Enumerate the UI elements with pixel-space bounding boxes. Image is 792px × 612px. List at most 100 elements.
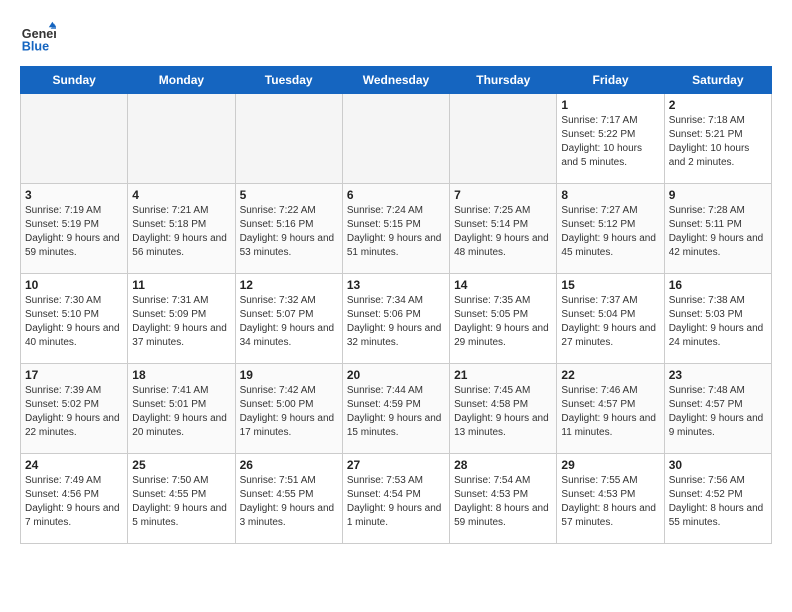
day-info: Sunrise: 7:45 AMSunset: 4:58 PMDaylight:… [454, 384, 552, 440]
day-cell: 27 Sunrise: 7:53 AMSunset: 4:54 PMDayligh… [342, 454, 449, 544]
day-cell: 28Sunrise: 7:54 AMSunset: 4:53 PMDayligh… [450, 454, 557, 544]
day-number: 7 [454, 188, 552, 202]
day-cell: 7 Sunrise: 7:25 AMSunset: 5:14 PMDaylight… [450, 184, 557, 274]
logo-icon: General Blue [20, 20, 56, 56]
day-cell [21, 94, 128, 184]
day-cell: 23 Sunrise: 7:48 AMSunset: 4:57 PMDayligh… [664, 364, 771, 454]
day-cell: 26 Sunrise: 7:51 AMSunset: 4:55 PMDayligh… [235, 454, 342, 544]
day-cell: 25Sunrise: 7:50 AMSunset: 4:55 PMDayligh… [128, 454, 235, 544]
day-cell: 6 Sunrise: 7:24 AMSunset: 5:15 PMDaylight… [342, 184, 449, 274]
weekday-wednesday: Wednesday [342, 67, 449, 94]
day-info: Sunrise: 7:50 AMSunset: 4:55 PMDaylight:… [132, 474, 230, 530]
day-cell [128, 94, 235, 184]
day-number: 6 [347, 188, 445, 202]
day-number: 10 [25, 278, 123, 292]
day-number: 29 [561, 458, 659, 472]
week-row-2: 10 Sunrise: 7:30 AMSunset: 5:10 PMDayligh… [21, 274, 772, 364]
day-info: Sunrise: 7:22 AMSunset: 5:16 PMDaylight:… [240, 204, 338, 260]
day-info: Sunrise: 7:55 AMSunset: 4:53 PMDaylight:… [561, 474, 659, 530]
day-cell: 24 Sunrise: 7:49 AMSunset: 4:56 PMDayligh… [21, 454, 128, 544]
svg-text:Blue: Blue [22, 40, 49, 54]
day-info: Sunrise: 7:41 AMSunset: 5:01 PMDaylight:… [132, 384, 230, 440]
day-number: 23 [669, 368, 767, 382]
day-cell: 29 Sunrise: 7:55 AMSunset: 4:53 PMDayligh… [557, 454, 664, 544]
day-info: Sunrise: 7:46 AMSunset: 4:57 PMDaylight:… [561, 384, 659, 440]
day-cell: 20 Sunrise: 7:44 AMSunset: 4:59 PMDayligh… [342, 364, 449, 454]
day-number: 8 [561, 188, 659, 202]
day-info: Sunrise: 7:25 AMSunset: 5:14 PMDaylight:… [454, 204, 552, 260]
day-info: Sunrise: 7:37 AMSunset: 5:04 PMDaylight:… [561, 294, 659, 350]
day-cell: 3 Sunrise: 7:19 AMSunset: 5:19 PMDaylight… [21, 184, 128, 274]
day-number: 19 [240, 368, 338, 382]
day-number: 3 [25, 188, 123, 202]
day-info: Sunrise: 7:44 AMSunset: 4:59 PMDaylight:… [347, 384, 445, 440]
day-number: 30 [669, 458, 767, 472]
day-cell: 17Sunrise: 7:39 AMSunset: 5:02 PMDayligh… [21, 364, 128, 454]
logo: General Blue [20, 20, 56, 56]
day-number: 16 [669, 278, 767, 292]
day-info: Sunrise: 7:24 AMSunset: 5:15 PMDaylight:… [347, 204, 445, 260]
day-number: 5 [240, 188, 338, 202]
day-number: 14 [454, 278, 552, 292]
day-info: Sunrise: 7:53 AMSunset: 4:54 PMDaylight:… [347, 474, 445, 530]
day-cell: 9 Sunrise: 7:28 AMSunset: 5:11 PMDaylight… [664, 184, 771, 274]
header: General Blue [20, 20, 772, 56]
weekday-friday: Friday [557, 67, 664, 94]
day-info: Sunrise: 7:42 AMSunset: 5:00 PMDaylight:… [240, 384, 338, 440]
day-number: 11 [132, 278, 230, 292]
day-number: 13 [347, 278, 445, 292]
day-info: Sunrise: 7:19 AMSunset: 5:19 PMDaylight:… [25, 204, 123, 260]
day-cell: 19 Sunrise: 7:42 AMSunset: 5:00 PMDayligh… [235, 364, 342, 454]
day-cell: 10 Sunrise: 7:30 AMSunset: 5:10 PMDayligh… [21, 274, 128, 364]
day-info: Sunrise: 7:30 AMSunset: 5:10 PMDaylight:… [25, 294, 123, 350]
day-info: Sunrise: 7:34 AMSunset: 5:06 PMDaylight:… [347, 294, 445, 350]
day-info: Sunrise: 7:51 AMSunset: 4:55 PMDaylight:… [240, 474, 338, 530]
day-info: Sunrise: 7:48 AMSunset: 4:57 PMDaylight:… [669, 384, 767, 440]
day-number: 15 [561, 278, 659, 292]
day-info: Sunrise: 7:49 AMSunset: 4:56 PMDaylight:… [25, 474, 123, 530]
day-number: 28 [454, 458, 552, 472]
weekday-thursday: Thursday [450, 67, 557, 94]
day-number: 9 [669, 188, 767, 202]
day-number: 12 [240, 278, 338, 292]
weekday-tuesday: Tuesday [235, 67, 342, 94]
day-number: 4 [132, 188, 230, 202]
calendar: SundayMondayTuesdayWednesdayThursdayFrid… [20, 66, 772, 544]
day-cell: 1 Sunrise: 7:17 AMSunset: 5:22 PMDaylight… [557, 94, 664, 184]
day-info: Sunrise: 7:32 AMSunset: 5:07 PMDaylight:… [240, 294, 338, 350]
day-number: 21 [454, 368, 552, 382]
day-cell: 11 Sunrise: 7:31 AMSunset: 5:09 PMDayligh… [128, 274, 235, 364]
day-info: Sunrise: 7:31 AMSunset: 5:09 PMDaylight:… [132, 294, 230, 350]
day-number: 24 [25, 458, 123, 472]
day-info: Sunrise: 7:39 AMSunset: 5:02 PMDaylight:… [25, 384, 123, 440]
day-info: Sunrise: 7:27 AMSunset: 5:12 PMDaylight:… [561, 204, 659, 260]
day-cell: 18 Sunrise: 7:41 AMSunset: 5:01 PMDayligh… [128, 364, 235, 454]
day-info: Sunrise: 7:21 AMSunset: 5:18 PMDaylight:… [132, 204, 230, 260]
weekday-header: SundayMondayTuesdayWednesdayThursdayFrid… [21, 67, 772, 94]
day-info: Sunrise: 7:17 AMSunset: 5:22 PMDaylight:… [561, 114, 659, 170]
day-cell: 22 Sunrise: 7:46 AMSunset: 4:57 PMDayligh… [557, 364, 664, 454]
day-info: Sunrise: 7:38 AMSunset: 5:03 PMDaylight:… [669, 294, 767, 350]
day-number: 1 [561, 98, 659, 112]
week-row-0: 1 Sunrise: 7:17 AMSunset: 5:22 PMDaylight… [21, 94, 772, 184]
day-number: 18 [132, 368, 230, 382]
day-cell [235, 94, 342, 184]
week-row-4: 24 Sunrise: 7:49 AMSunset: 4:56 PMDayligh… [21, 454, 772, 544]
day-cell [450, 94, 557, 184]
day-cell: 12 Sunrise: 7:32 AMSunset: 5:07 PMDayligh… [235, 274, 342, 364]
day-info: Sunrise: 7:28 AMSunset: 5:11 PMDaylight:… [669, 204, 767, 260]
weekday-saturday: Saturday [664, 67, 771, 94]
day-cell: 15 Sunrise: 7:37 AMSunset: 5:04 PMDayligh… [557, 274, 664, 364]
day-cell: 13 Sunrise: 7:34 AMSunset: 5:06 PMDayligh… [342, 274, 449, 364]
day-info: Sunrise: 7:18 AMSunset: 5:21 PMDaylight:… [669, 114, 767, 170]
day-number: 26 [240, 458, 338, 472]
weekday-sunday: Sunday [21, 67, 128, 94]
day-number: 22 [561, 368, 659, 382]
week-row-1: 3 Sunrise: 7:19 AMSunset: 5:19 PMDaylight… [21, 184, 772, 274]
day-cell: 4 Sunrise: 7:21 AMSunset: 5:18 PMDaylight… [128, 184, 235, 274]
day-info: Sunrise: 7:56 AMSunset: 4:52 PMDaylight:… [669, 474, 767, 530]
day-cell: 14Sunrise: 7:35 AMSunset: 5:05 PMDayligh… [450, 274, 557, 364]
day-cell: 5 Sunrise: 7:22 AMSunset: 5:16 PMDaylight… [235, 184, 342, 274]
day-number: 27 [347, 458, 445, 472]
day-number: 20 [347, 368, 445, 382]
